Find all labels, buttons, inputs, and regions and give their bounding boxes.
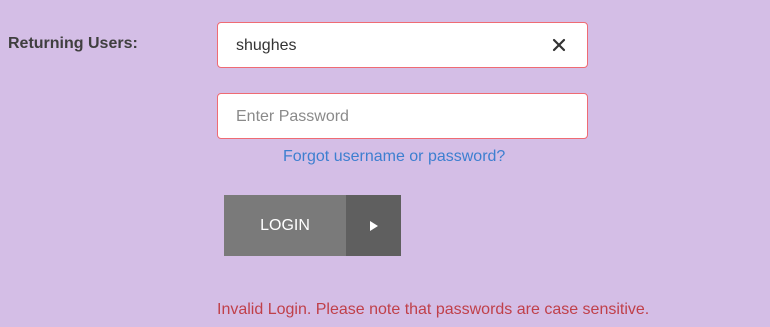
- password-input[interactable]: Enter Password: [217, 93, 588, 139]
- login-button-label: LOGIN: [224, 195, 346, 256]
- login-button[interactable]: LOGIN: [224, 195, 401, 256]
- password-placeholder: Enter Password: [236, 108, 349, 125]
- error-message: Invalid Login. Please note that password…: [217, 301, 650, 318]
- play-arrow-icon: [346, 195, 401, 256]
- returning-users-label: Returning Users:: [8, 35, 138, 52]
- close-icon[interactable]: [551, 37, 567, 53]
- forgot-credentials-link[interactable]: Forgot username or password?: [283, 148, 505, 166]
- username-input[interactable]: shughes: [217, 22, 588, 68]
- username-value: shughes: [236, 37, 297, 54]
